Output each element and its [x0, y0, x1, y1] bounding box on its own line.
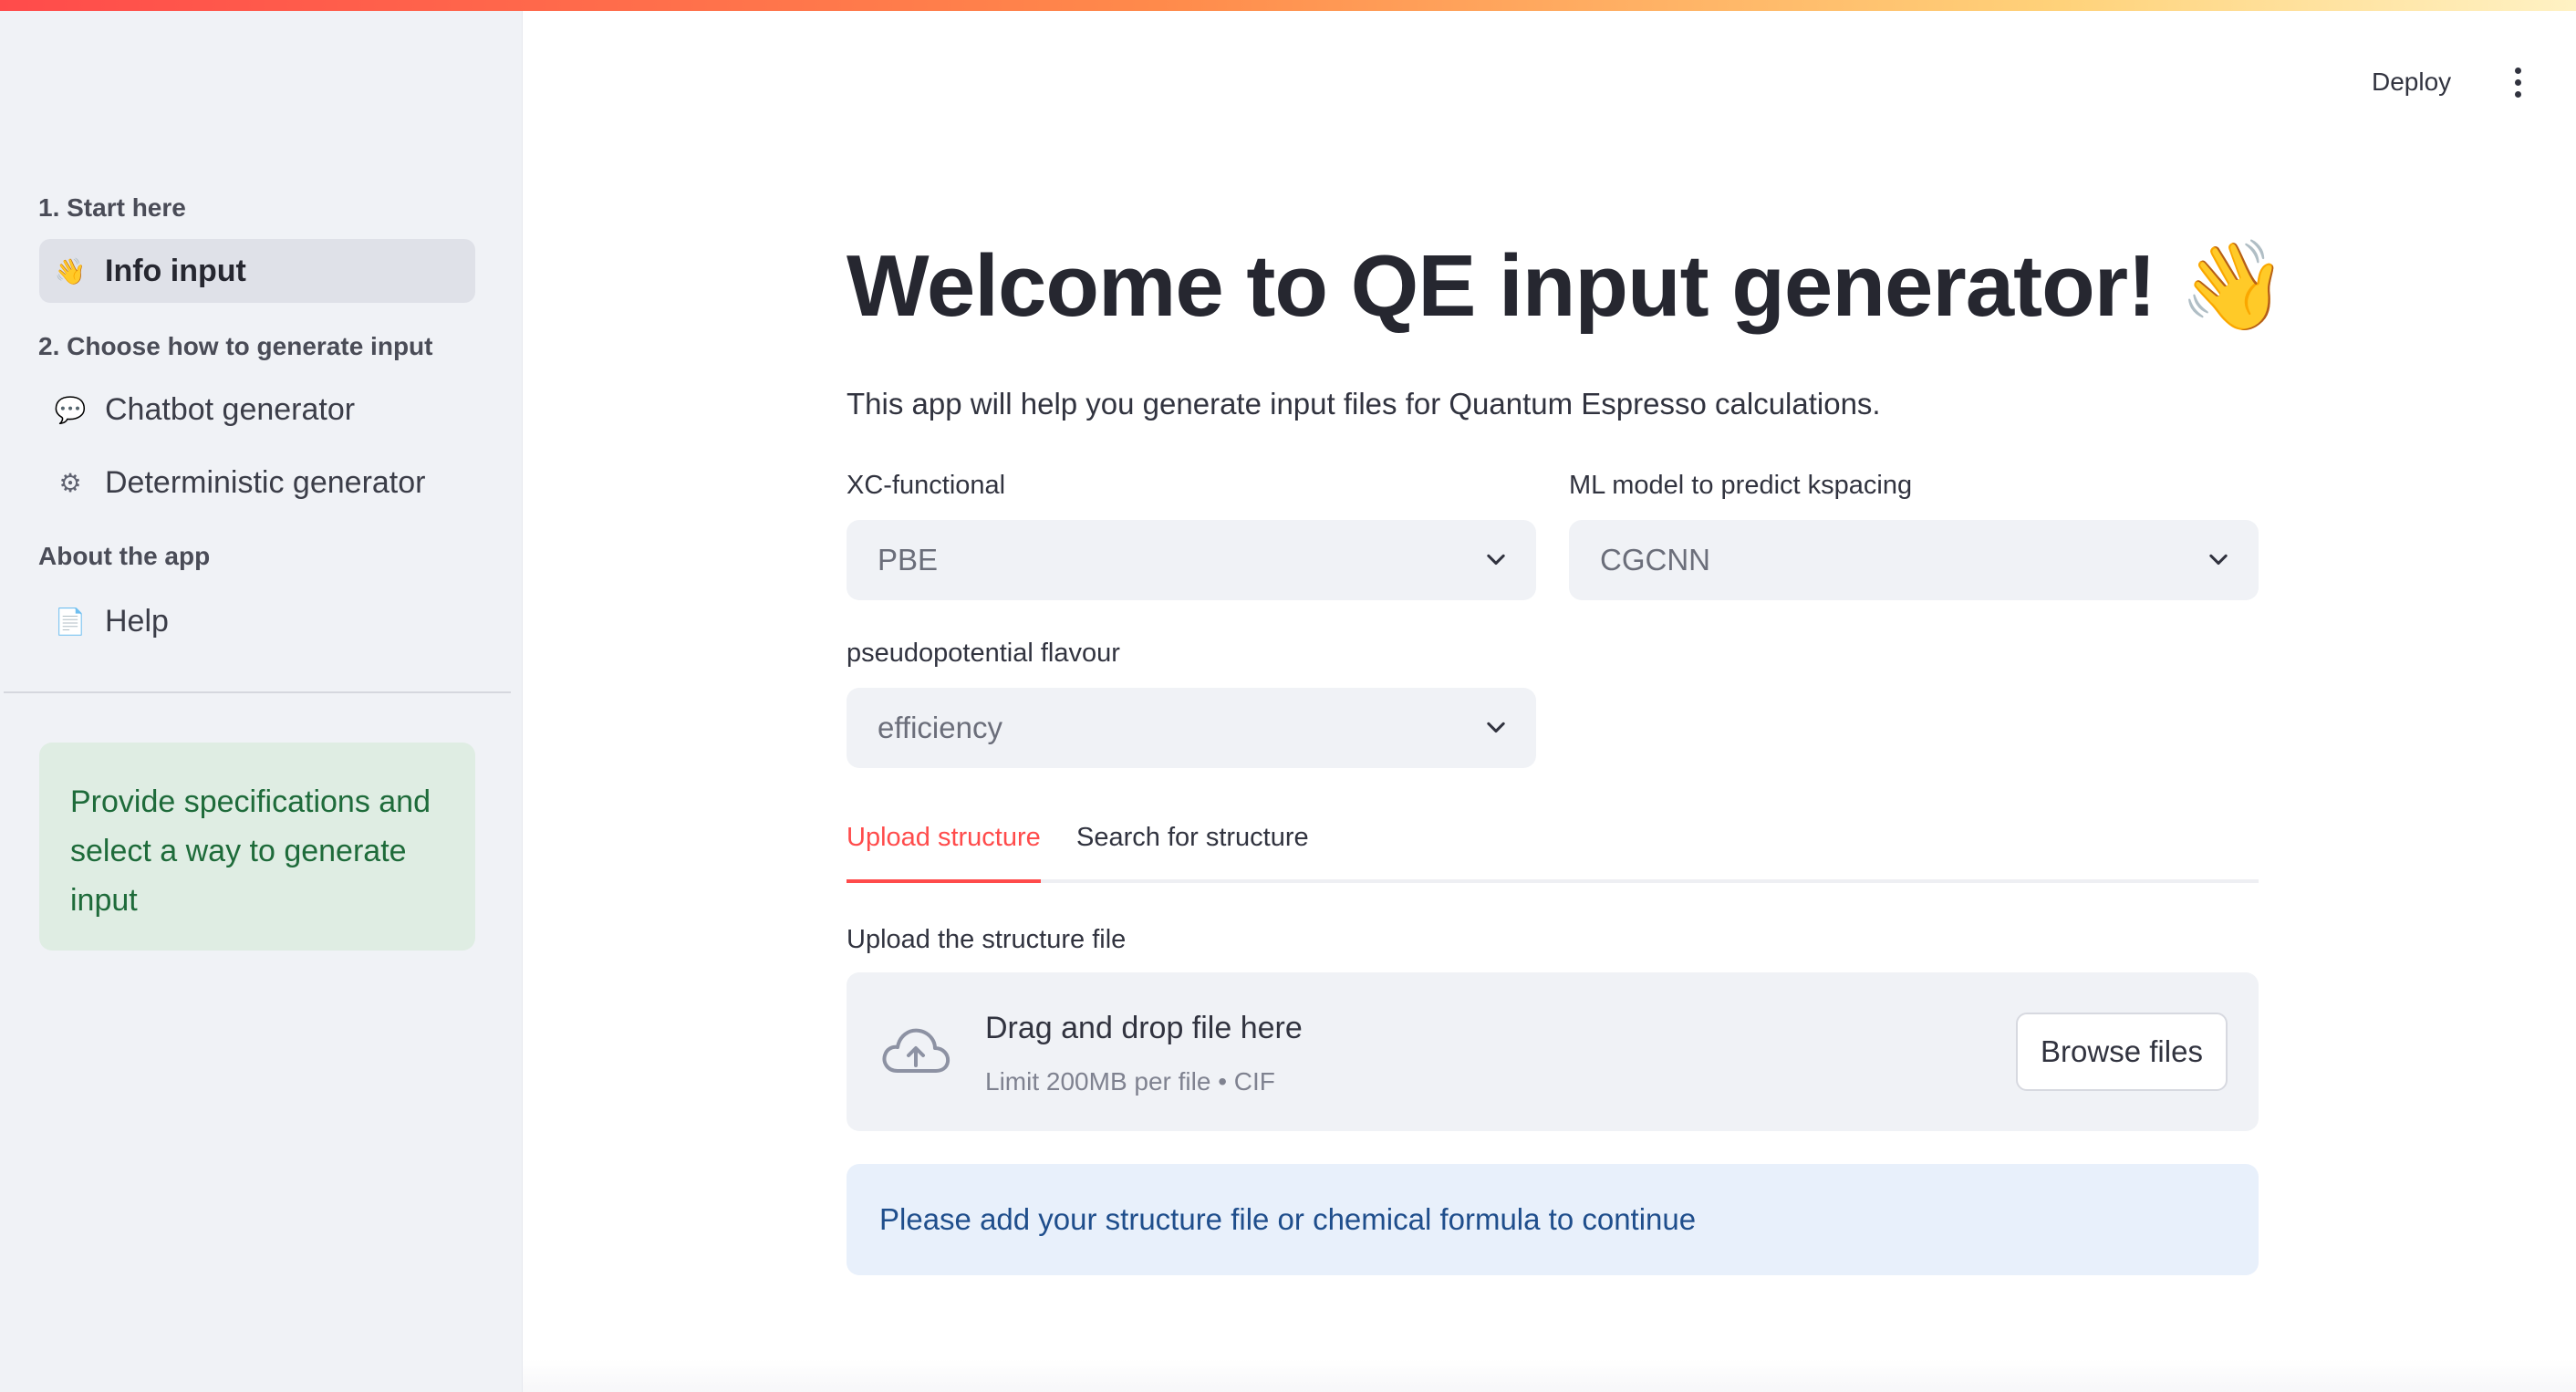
ml-model-select[interactable]: CGCNN [1569, 520, 2259, 600]
pseudopotential-label: pseudopotential flavour [847, 639, 1120, 668]
bottom-fade [523, 1359, 2576, 1392]
ml-model-label: ML model to predict kspacing [1569, 471, 1913, 500]
page-title: Welcome to QE input generator! 👋 [847, 237, 2288, 335]
upload-label: Upload the structure file [847, 925, 1127, 954]
top-decoration-bar [0, 0, 2576, 11]
sidebar-item-info-input[interactable]: 👋 Info input [39, 239, 475, 303]
xc-functional-select[interactable]: PBE [847, 520, 1536, 600]
nav-section-about: About the app [38, 542, 211, 570]
tab-search-structure[interactable]: Search for structure [1076, 823, 1309, 883]
deploy-button[interactable]: Deploy [2372, 60, 2451, 104]
nav-section-start-here: 1. Start here [38, 193, 186, 222]
sidebar-item-chatbot-generator[interactable]: 💬 Chatbot generator [39, 378, 475, 441]
ml-model-value: CGCNN [1600, 543, 1710, 577]
sidebar-item-label: Help [105, 603, 169, 639]
chevron-down-icon [2209, 554, 2228, 566]
pseudopotential-select[interactable]: efficiency [847, 688, 1536, 768]
xc-functional-value: PBE [878, 543, 939, 577]
sidebar-item-deterministic-generator[interactable]: ⚙ Deterministic generator [39, 451, 475, 514]
chevron-down-icon [1487, 554, 1505, 566]
browse-files-button[interactable]: Browse files [2016, 1013, 2228, 1091]
info-message: Please add your structure file or chemic… [847, 1164, 2259, 1275]
cloud-upload-icon [882, 1028, 950, 1073]
page-subtitle: This app will help you generate input fi… [847, 387, 1881, 421]
waving-hand-icon: 👋 [54, 256, 87, 286]
nav-section-choose-generator: 2. Choose how to generate input [38, 332, 433, 360]
sidebar-item-label: Chatbot generator [105, 391, 356, 427]
sidebar-item-label: Deterministic generator [105, 464, 426, 500]
gear-icon: ⚙ [58, 468, 82, 497]
tab-upload-structure[interactable]: Upload structure [847, 823, 1041, 883]
dropzone-title: Drag and drop file here [985, 1011, 1303, 1045]
chevron-down-icon [1487, 722, 1505, 733]
document-icon: 📄 [54, 607, 87, 636]
sidebar-success-message: Provide specifications and select a way … [39, 743, 475, 951]
more-vertical-icon[interactable] [2499, 57, 2536, 108]
file-dropzone[interactable]: Drag and drop file here Limit 200MB per … [847, 972, 2259, 1131]
sidebar-item-label: Info input [105, 253, 246, 288]
speech-bubble-icon: 💬 [54, 395, 87, 424]
dropzone-limit: Limit 200MB per file • CIF [985, 1067, 1275, 1096]
sidebar-item-help[interactable]: 📄 Help [39, 589, 475, 653]
pseudopotential-value: efficiency [878, 711, 1002, 744]
sidebar-divider [4, 691, 511, 693]
xc-functional-label: XC-functional [847, 471, 1006, 500]
sidebar: 1. Start here 👋 Info input 2. Choose how… [0, 0, 523, 1392]
structure-tabs: Upload structure Search for structure [847, 817, 2259, 883]
